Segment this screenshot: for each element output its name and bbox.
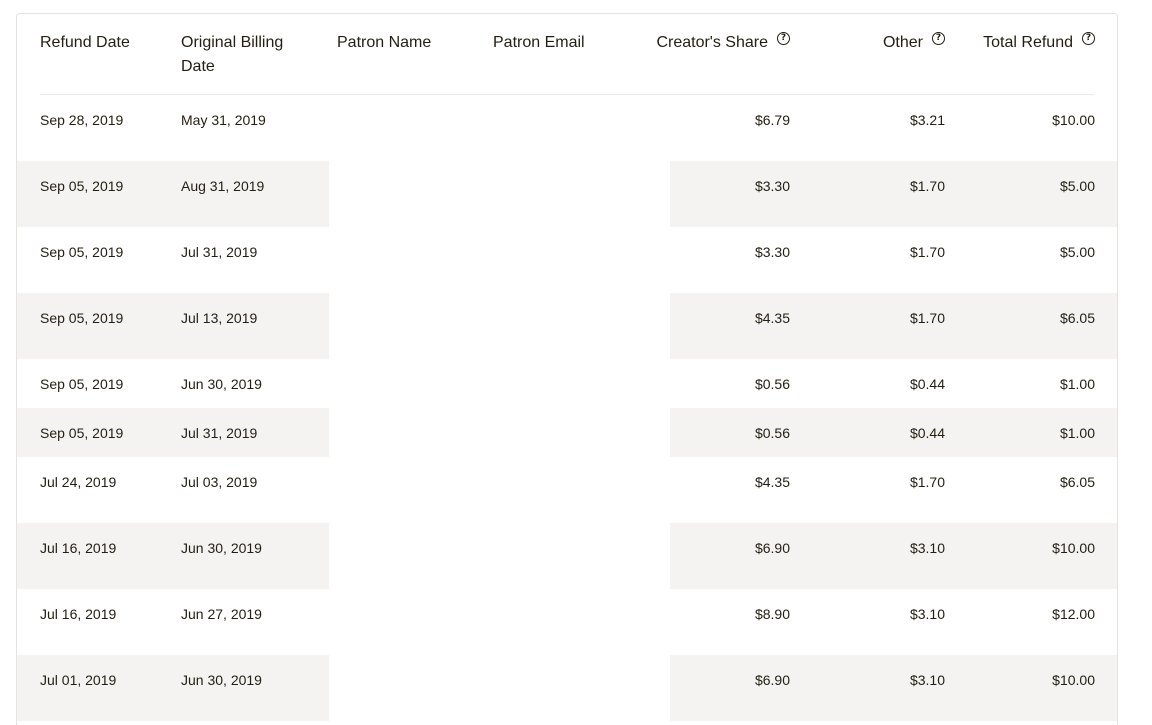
table-row: Sep 05, 2019 Aug 31, 2019 $3.30 $1.70 $5.00 [17, 161, 1117, 227]
cell-refund-date: Jul 24, 2019 [40, 474, 117, 490]
cell-total-refund: $6.05 [1059, 474, 1095, 490]
cell-total-refund: $10.00 [1052, 672, 1095, 688]
help-icon[interactable]: ? [932, 32, 945, 45]
table-row: Sep 05, 2019 Jul 31, 2019 $0.56 $0.44 $1.00 [17, 408, 1117, 457]
cell-other: $1.70 [909, 244, 945, 260]
cell-creators-share: $0.56 [754, 376, 790, 392]
cell-other: $0.44 [909, 425, 945, 441]
cell-other: $3.10 [909, 540, 945, 556]
cell-total-refund: $1.00 [1059, 376, 1095, 392]
table-row: Sep 05, 2019 Jul 31, 2019 $3.30 $1.70 $5.00 [17, 227, 1117, 293]
cell-refund-date: Jul 16, 2019 [40, 540, 117, 556]
cell-total-refund: $12.00 [1052, 606, 1095, 622]
cell-creators-share: $4.35 [754, 474, 790, 490]
cell-refund-date: Jul 16, 2019 [40, 606, 117, 622]
table-row: Sep 05, 2019 Jul 13, 2019 $4.35 $1.70 $6.05 [17, 293, 1117, 359]
cell-total-refund: $10.00 [1052, 540, 1095, 556]
cell-creators-share: $4.35 [754, 310, 790, 326]
cell-original-billing-date: Jun 30, 2019 [181, 672, 262, 688]
cell-refund-date: Jul 01, 2019 [40, 672, 117, 688]
cell-other: $3.10 [909, 606, 945, 622]
table-row: Jul 16, 2019 Jun 27, 2019 $8.90 $3.10 $12.00 [17, 589, 1117, 655]
table-row: Sep 05, 2019 Jun 30, 2019 $0.56 $0.44 $1.00 [17, 359, 1117, 408]
cell-total-refund: $6.05 [1059, 310, 1095, 326]
cell-original-billing-date: Jun 30, 2019 [181, 376, 262, 392]
refunds-table: Refund Date Original Billing Date Patron… [16, 13, 1118, 725]
cell-original-billing-date: Jul 31, 2019 [181, 244, 258, 260]
cell-refund-date: Sep 28, 2019 [40, 112, 124, 128]
column-header-other: Other? [817, 31, 945, 55]
cell-other: $0.44 [909, 376, 945, 392]
help-icon[interactable]: ? [1082, 32, 1095, 45]
cell-original-billing-date: Jul 31, 2019 [181, 425, 258, 441]
cell-other: $1.70 [909, 474, 945, 490]
column-header-creators-share: Creator's Share? [617, 31, 790, 55]
table-row: Jul 24, 2019 Jul 03, 2019 $4.35 $1.70 $6.05 [17, 457, 1117, 523]
cell-creators-share: $3.30 [754, 178, 790, 194]
table-header: Refund Date Original Billing Date Patron… [17, 14, 1117, 95]
cell-creators-share: $0.56 [754, 425, 790, 441]
cell-other: $1.70 [909, 310, 945, 326]
cell-total-refund: $1.00 [1059, 425, 1095, 441]
column-header-refund-date: Refund Date [40, 34, 130, 51]
table-row: Jul 16, 2019 Jun 30, 2019 $6.90 $3.10 $10.00 [17, 523, 1117, 589]
cell-original-billing-date: Jul 03, 2019 [181, 474, 258, 490]
cell-total-refund: $5.00 [1059, 178, 1095, 194]
column-header-total-refund: Total Refund? [957, 31, 1095, 55]
column-header-patron-name: Patron Name [337, 34, 432, 51]
cell-refund-date: Sep 05, 2019 [40, 244, 124, 260]
cell-original-billing-date: Jul 13, 2019 [181, 310, 258, 326]
help-icon[interactable]: ? [777, 32, 790, 45]
cell-total-refund: $5.00 [1059, 244, 1095, 260]
table-row: Sep 28, 2019 May 31, 2019 $6.79 $3.21 $10.00 [17, 95, 1117, 161]
cell-original-billing-date: Jun 27, 2019 [181, 606, 262, 622]
cell-original-billing-date: Aug 31, 2019 [181, 178, 265, 194]
cell-original-billing-date: May 31, 2019 [181, 112, 266, 128]
column-header-original-billing-date: Original Billing Date [181, 34, 284, 75]
table-row: Jul 01, 2019 Jun 30, 2019 $6.90 $3.10 $10.00 [17, 655, 1117, 721]
cell-creators-share: $6.90 [754, 540, 790, 556]
cell-refund-date: Sep 05, 2019 [40, 178, 124, 194]
cell-total-refund: $10.00 [1052, 112, 1095, 128]
cell-creators-share: $3.30 [754, 244, 790, 260]
cell-other: $3.21 [909, 112, 945, 128]
cell-refund-date: Sep 05, 2019 [40, 310, 124, 326]
cell-refund-date: Sep 05, 2019 [40, 376, 124, 392]
cell-creators-share: $6.79 [754, 112, 790, 128]
cell-other: $3.10 [909, 672, 945, 688]
cell-original-billing-date: Jun 30, 2019 [181, 540, 262, 556]
cell-other: $1.70 [909, 178, 945, 194]
cell-creators-share: $8.90 [754, 606, 790, 622]
cell-refund-date: Sep 05, 2019 [40, 425, 124, 441]
cell-creators-share: $6.90 [754, 672, 790, 688]
